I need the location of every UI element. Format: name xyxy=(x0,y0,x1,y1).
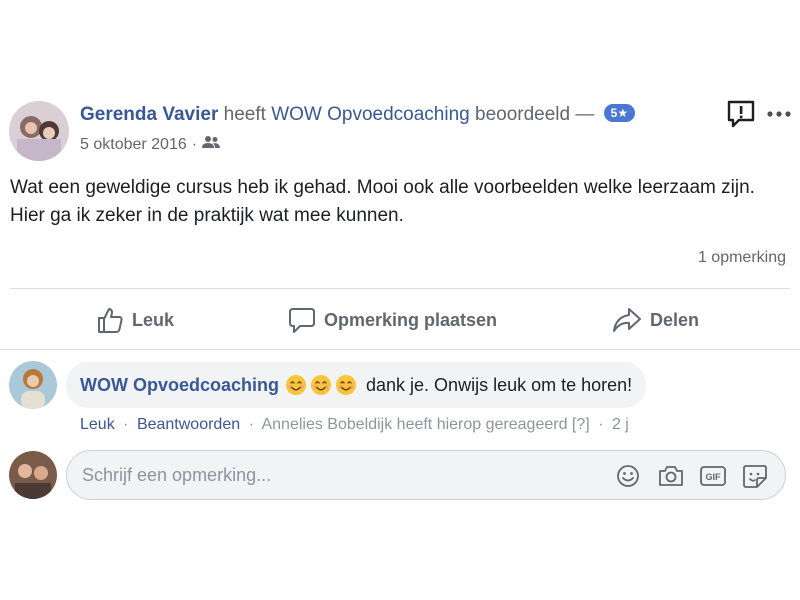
separator: · xyxy=(598,416,604,433)
smiling-face-emoji-icon xyxy=(336,375,357,396)
share-arrow-icon xyxy=(613,308,641,332)
post-header: Gerenda Vavier heeft WOW Opvoedcoaching … xyxy=(80,104,636,126)
comment-composer[interactable]: GIF xyxy=(66,450,786,500)
report-icon[interactable] xyxy=(726,99,756,129)
review-post: Gerenda Vavier heeft WOW Opvoedcoaching … xyxy=(0,0,800,600)
emoji-icon[interactable] xyxy=(615,463,643,489)
like-label: Leuk xyxy=(132,309,175,330)
rating-badge: 5★ xyxy=(603,104,636,122)
reaction-note: Annelies Bobeldijk heeft hierop gereagee… xyxy=(261,416,568,433)
post-text: Wat een geweldige cursus heb ik gehad. M… xyxy=(10,177,755,226)
camera-icon[interactable] xyxy=(657,463,685,489)
divider xyxy=(0,349,800,350)
comment-label: Opmerking plaatsen xyxy=(324,309,498,330)
smiling-face-emoji-icon xyxy=(311,375,332,396)
friends-icon[interactable] xyxy=(202,135,221,154)
help-link[interactable]: [?] xyxy=(572,416,590,433)
meta-separator: · xyxy=(191,135,198,153)
separator: · xyxy=(248,416,254,433)
composer-icons: GIF xyxy=(615,463,769,489)
comment-input[interactable] xyxy=(82,464,582,486)
author-avatar[interactable] xyxy=(9,101,69,161)
sticker-icon[interactable] xyxy=(741,463,769,489)
more-options-icon[interactable] xyxy=(765,102,793,126)
comment-bubble: WOW Opvoedcoaching dank je. Onwijs leuk … xyxy=(66,362,647,408)
smiling-face-emoji-icon xyxy=(286,375,307,396)
page-name-link[interactable]: WOW Opvoedcoaching xyxy=(271,104,470,125)
share-button[interactable]: Delen xyxy=(612,304,699,336)
post-date-link[interactable]: 5 oktober 2016 xyxy=(80,136,187,154)
thumbs-up-icon xyxy=(98,308,123,333)
separator: · xyxy=(123,416,129,433)
svg-text:GIF: GIF xyxy=(706,472,722,482)
comment-actions: Leuk · Beantwoorden · Annelies Bobeldijk… xyxy=(80,416,629,434)
action-suffix: beoordeeld — xyxy=(475,104,595,125)
divider xyxy=(10,288,790,289)
comment-like-link[interactable]: Leuk xyxy=(80,416,115,433)
comment-reply-link[interactable]: Beantwoorden xyxy=(137,416,240,433)
comment-button[interactable]: Opmerking plaatsen xyxy=(288,304,497,336)
speech-bubble-icon xyxy=(289,308,315,333)
gif-icon[interactable]: GIF xyxy=(699,463,727,489)
emoji-group xyxy=(285,374,360,396)
comment-count-link[interactable]: 1 opmerking xyxy=(698,249,786,267)
comment-text: dank je. Onwijs leuk om te horen! xyxy=(366,374,633,395)
comment-age[interactable]: 2 j xyxy=(612,416,629,433)
commenter-avatar[interactable] xyxy=(9,361,57,409)
comment-author-link[interactable]: WOW Opvoedcoaching xyxy=(80,375,279,396)
like-button[interactable]: Leuk xyxy=(96,304,174,336)
post-meta: 5 oktober 2016 · xyxy=(80,135,221,154)
action-prefix: heeft xyxy=(223,104,266,125)
current-user-avatar xyxy=(9,451,57,499)
share-label: Delen xyxy=(650,309,700,330)
author-name-link[interactable]: Gerenda Vavier xyxy=(80,104,218,125)
